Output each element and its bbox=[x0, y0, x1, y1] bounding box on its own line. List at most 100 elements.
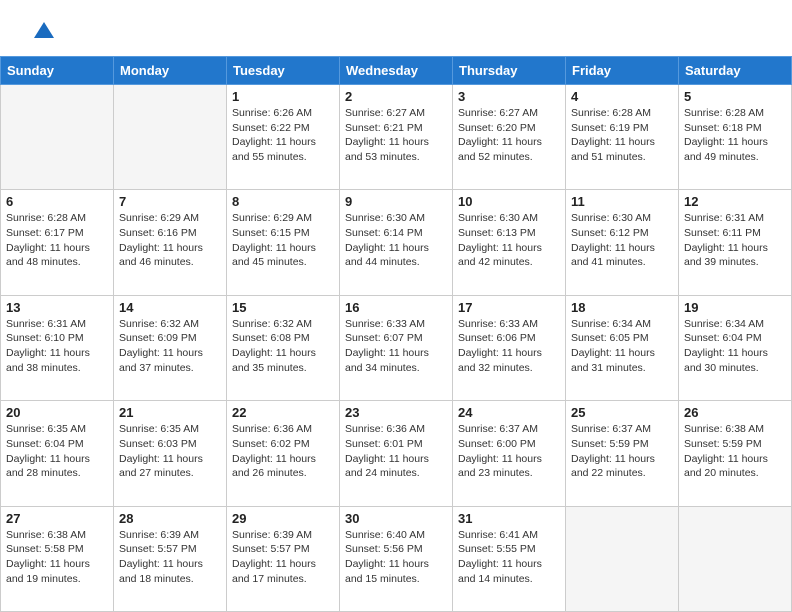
day-number: 22 bbox=[232, 405, 334, 420]
day-number: 1 bbox=[232, 89, 334, 104]
day-info: Sunrise: 6:28 AMSunset: 6:18 PMDaylight:… bbox=[684, 106, 786, 165]
calendar-cell: 18 Sunrise: 6:34 AMSunset: 6:05 PMDayligh… bbox=[566, 295, 679, 400]
calendar-cell: 14 Sunrise: 6:32 AMSunset: 6:09 PMDayligh… bbox=[114, 295, 227, 400]
day-number: 9 bbox=[345, 194, 447, 209]
day-number: 14 bbox=[119, 300, 221, 315]
weekday-header-row: SundayMondayTuesdayWednesdayThursdayFrid… bbox=[1, 57, 792, 85]
day-number: 28 bbox=[119, 511, 221, 526]
calendar-cell: 12 Sunrise: 6:31 AMSunset: 6:11 PMDayligh… bbox=[679, 190, 792, 295]
calendar-cell: 3Sunrise: 6:27 AMSunset: 6:20 PMDaylight… bbox=[453, 85, 566, 190]
day-info: Sunrise: 6:33 AMSunset: 6:06 PMDaylight:… bbox=[458, 317, 560, 376]
day-number: 29 bbox=[232, 511, 334, 526]
day-info: Sunrise: 6:27 AMSunset: 6:21 PMDaylight:… bbox=[345, 106, 447, 165]
weekday-header-monday: Monday bbox=[114, 57, 227, 85]
day-info: Sunrise: 6:29 AMSunset: 6:15 PMDaylight:… bbox=[232, 211, 334, 270]
calendar-cell: 26 Sunrise: 6:38 AMSunset: 5:59 PMDayligh… bbox=[679, 401, 792, 506]
calendar-cell: 13 Sunrise: 6:31 AMSunset: 6:10 PMDayligh… bbox=[1, 295, 114, 400]
calendar-cell: 20 Sunrise: 6:35 AMSunset: 6:04 PMDayligh… bbox=[1, 401, 114, 506]
calendar-cell: 15 Sunrise: 6:32 AMSunset: 6:08 PMDayligh… bbox=[227, 295, 340, 400]
day-info: Sunrise: 6:28 AMSunset: 6:19 PMDaylight:… bbox=[571, 106, 673, 165]
calendar-cell: 10 Sunrise: 6:30 AMSunset: 6:13 PMDayligh… bbox=[453, 190, 566, 295]
calendar-cell: 5 Sunrise: 6:28 AMSunset: 6:18 PMDaylight… bbox=[679, 85, 792, 190]
day-info: Sunrise: 6:36 AMSunset: 6:02 PMDaylight:… bbox=[232, 422, 334, 481]
calendar-cell: 28 Sunrise: 6:39 AMSunset: 5:57 PMDayligh… bbox=[114, 506, 227, 611]
day-info: Sunrise: 6:32 AMSunset: 6:08 PMDaylight:… bbox=[232, 317, 334, 376]
calendar-cell: 2 Sunrise: 6:27 AMSunset: 6:21 PMDaylight… bbox=[340, 85, 453, 190]
day-info: Sunrise: 6:38 AMSunset: 5:59 PMDaylight:… bbox=[684, 422, 786, 481]
page: SundayMondayTuesdayWednesdayThursdayFrid… bbox=[0, 0, 792, 612]
day-info: Sunrise: 6:41 AMSunset: 5:55 PMDaylight:… bbox=[458, 528, 560, 587]
day-info: Sunrise: 6:37 AMSunset: 5:59 PMDaylight:… bbox=[571, 422, 673, 481]
calendar-cell: 4 Sunrise: 6:28 AMSunset: 6:19 PMDaylight… bbox=[566, 85, 679, 190]
day-info: Sunrise: 6:30 AMSunset: 6:12 PMDaylight:… bbox=[571, 211, 673, 270]
calendar-cell: 9 Sunrise: 6:30 AMSunset: 6:14 PMDaylight… bbox=[340, 190, 453, 295]
calendar-cell: 31 Sunrise: 6:41 AMSunset: 5:55 PMDayligh… bbox=[453, 506, 566, 611]
calendar-cell: 17Sunrise: 6:33 AMSunset: 6:06 PMDayligh… bbox=[453, 295, 566, 400]
day-number: 31 bbox=[458, 511, 560, 526]
day-number: 4 bbox=[571, 89, 673, 104]
day-number: 5 bbox=[684, 89, 786, 104]
calendar-cell: 25 Sunrise: 6:37 AMSunset: 5:59 PMDayligh… bbox=[566, 401, 679, 506]
calendar-cell: 11 Sunrise: 6:30 AMSunset: 6:12 PMDayligh… bbox=[566, 190, 679, 295]
weekday-header-tuesday: Tuesday bbox=[227, 57, 340, 85]
day-info: Sunrise: 6:32 AMSunset: 6:09 PMDaylight:… bbox=[119, 317, 221, 376]
calendar-cell bbox=[566, 506, 679, 611]
calendar-cell: 8 Sunrise: 6:29 AMSunset: 6:15 PMDaylight… bbox=[227, 190, 340, 295]
calendar-cell: 27Sunrise: 6:38 AMSunset: 5:58 PMDayligh… bbox=[1, 506, 114, 611]
day-number: 12 bbox=[684, 194, 786, 209]
day-number: 16 bbox=[345, 300, 447, 315]
calendar-cell: 24 Sunrise: 6:37 AMSunset: 6:00 PMDayligh… bbox=[453, 401, 566, 506]
day-info: Sunrise: 6:38 AMSunset: 5:58 PMDaylight:… bbox=[6, 528, 108, 587]
calendar-cell: 29 Sunrise: 6:39 AMSunset: 5:57 PMDayligh… bbox=[227, 506, 340, 611]
day-number: 10 bbox=[458, 194, 560, 209]
day-number: 13 bbox=[6, 300, 108, 315]
day-number: 2 bbox=[345, 89, 447, 104]
calendar-cell: 7Sunrise: 6:29 AMSunset: 6:16 PMDaylight… bbox=[114, 190, 227, 295]
day-number: 26 bbox=[684, 405, 786, 420]
day-info: Sunrise: 6:39 AMSunset: 5:57 PMDaylight:… bbox=[119, 528, 221, 587]
day-number: 25 bbox=[571, 405, 673, 420]
day-number: 23 bbox=[345, 405, 447, 420]
day-number: 19 bbox=[684, 300, 786, 315]
day-info: Sunrise: 6:29 AMSunset: 6:16 PMDaylight:… bbox=[119, 211, 221, 270]
calendar-week-row: 6Sunrise: 6:28 AMSunset: 6:17 PMDaylight… bbox=[1, 190, 792, 295]
day-number: 18 bbox=[571, 300, 673, 315]
calendar-cell: 6Sunrise: 6:28 AMSunset: 6:17 PMDaylight… bbox=[1, 190, 114, 295]
calendar-cell bbox=[114, 85, 227, 190]
day-info: Sunrise: 6:26 AMSunset: 6:22 PMDaylight:… bbox=[232, 106, 334, 165]
weekday-header-wednesday: Wednesday bbox=[340, 57, 453, 85]
day-number: 24 bbox=[458, 405, 560, 420]
calendar-cell: 16 Sunrise: 6:33 AMSunset: 6:07 PMDayligh… bbox=[340, 295, 453, 400]
day-info: Sunrise: 6:37 AMSunset: 6:00 PMDaylight:… bbox=[458, 422, 560, 481]
calendar-week-row: 27Sunrise: 6:38 AMSunset: 5:58 PMDayligh… bbox=[1, 506, 792, 611]
logo bbox=[24, 18, 58, 46]
calendar-cell: 19 Sunrise: 6:34 AMSunset: 6:04 PMDayligh… bbox=[679, 295, 792, 400]
day-info: Sunrise: 6:33 AMSunset: 6:07 PMDaylight:… bbox=[345, 317, 447, 376]
day-number: 8 bbox=[232, 194, 334, 209]
calendar-cell: 23Sunrise: 6:36 AMSunset: 6:01 PMDayligh… bbox=[340, 401, 453, 506]
day-number: 11 bbox=[571, 194, 673, 209]
weekday-header-sunday: Sunday bbox=[1, 57, 114, 85]
day-number: 15 bbox=[232, 300, 334, 315]
day-info: Sunrise: 6:34 AMSunset: 6:05 PMDaylight:… bbox=[571, 317, 673, 376]
day-info: Sunrise: 6:28 AMSunset: 6:17 PMDaylight:… bbox=[6, 211, 108, 270]
weekday-header-saturday: Saturday bbox=[679, 57, 792, 85]
logo-icon bbox=[30, 18, 58, 46]
header bbox=[0, 0, 792, 56]
calendar-table: SundayMondayTuesdayWednesdayThursdayFrid… bbox=[0, 56, 792, 612]
day-info: Sunrise: 6:39 AMSunset: 5:57 PMDaylight:… bbox=[232, 528, 334, 587]
day-number: 20 bbox=[6, 405, 108, 420]
calendar-cell: 30Sunrise: 6:40 AMSunset: 5:56 PMDayligh… bbox=[340, 506, 453, 611]
calendar-week-row: 20 Sunrise: 6:35 AMSunset: 6:04 PMDayligh… bbox=[1, 401, 792, 506]
weekday-header-friday: Friday bbox=[566, 57, 679, 85]
day-info: Sunrise: 6:31 AMSunset: 6:11 PMDaylight:… bbox=[684, 211, 786, 270]
day-info: Sunrise: 6:30 AMSunset: 6:13 PMDaylight:… bbox=[458, 211, 560, 270]
day-info: Sunrise: 6:31 AMSunset: 6:10 PMDaylight:… bbox=[6, 317, 108, 376]
day-info: Sunrise: 6:34 AMSunset: 6:04 PMDaylight:… bbox=[684, 317, 786, 376]
day-info: Sunrise: 6:30 AMSunset: 6:14 PMDaylight:… bbox=[345, 211, 447, 270]
day-number: 3 bbox=[458, 89, 560, 104]
day-info: Sunrise: 6:35 AMSunset: 6:04 PMDaylight:… bbox=[6, 422, 108, 481]
weekday-header-thursday: Thursday bbox=[453, 57, 566, 85]
calendar-cell bbox=[1, 85, 114, 190]
day-info: Sunrise: 6:35 AMSunset: 6:03 PMDaylight:… bbox=[119, 422, 221, 481]
